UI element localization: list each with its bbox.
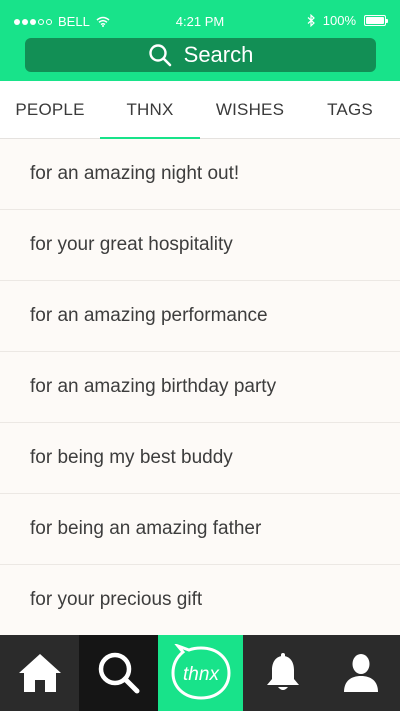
tab-label: TAGS xyxy=(327,100,373,119)
tab-tags[interactable]: TAGS xyxy=(300,81,400,139)
list-item[interactable]: for your great hospitality xyxy=(0,210,400,281)
search-bar[interactable]: Search xyxy=(25,38,376,72)
thnx-logo-text: thnx xyxy=(183,664,220,685)
tab-bar: PEOPLE THNX WISHES TAGS xyxy=(0,81,400,140)
profile-icon xyxy=(344,654,378,692)
list-item-text: for an amazing night out! xyxy=(30,163,240,184)
search-icon xyxy=(98,652,139,694)
list-item[interactable]: for an amazing night out! xyxy=(0,139,400,210)
list-item-text: for being an amazing father xyxy=(30,518,262,539)
bottom-nav: thnx xyxy=(0,635,400,711)
status-right: 100% xyxy=(307,13,388,28)
list-item[interactable]: for an amazing performance xyxy=(0,281,400,352)
list-item[interactable]: for being an amazing father xyxy=(0,494,400,565)
list-item-text: for being my best buddy xyxy=(30,447,233,468)
tab-label: PEOPLE xyxy=(15,100,85,119)
thnx-list: for an amazing night out! for your great… xyxy=(0,139,400,636)
battery-percentage: 100% xyxy=(322,13,356,28)
list-item-text: for an amazing birthday party xyxy=(30,376,277,397)
nav-home[interactable] xyxy=(0,635,79,711)
bell-icon xyxy=(266,653,299,690)
list-item-text: for an amazing performance xyxy=(30,305,268,326)
header: BELL 4:21 PM 100% Search xyxy=(0,0,400,81)
list-item[interactable]: for an amazing birthday party xyxy=(0,352,400,423)
list-item-text: for your precious gift xyxy=(30,589,203,610)
search-icon xyxy=(148,44,171,67)
tab-label: WISHES xyxy=(215,100,285,119)
home-icon xyxy=(18,654,61,692)
nav-profile[interactable] xyxy=(322,635,400,711)
list-item[interactable]: for being my best buddy xyxy=(0,423,400,494)
tab-label: THNX xyxy=(126,100,174,119)
tab-wishes[interactable]: WISHES xyxy=(200,81,300,139)
bluetooth-icon xyxy=(307,14,315,27)
nav-thnx[interactable]: thnx xyxy=(158,635,243,711)
nav-search[interactable] xyxy=(79,635,158,711)
nav-notifications[interactable] xyxy=(243,635,322,711)
battery-icon xyxy=(364,15,388,26)
tab-people[interactable]: PEOPLE xyxy=(0,81,100,139)
search-label: Search xyxy=(183,42,254,67)
tab-thnx[interactable]: THNX xyxy=(100,81,200,140)
list-item[interactable]: for your precious gift xyxy=(0,565,400,636)
status-bar: BELL 4:21 PM 100% xyxy=(0,0,400,40)
thnx-logo: thnx xyxy=(169,644,233,702)
list-item-text: for your great hospitality xyxy=(30,234,233,255)
